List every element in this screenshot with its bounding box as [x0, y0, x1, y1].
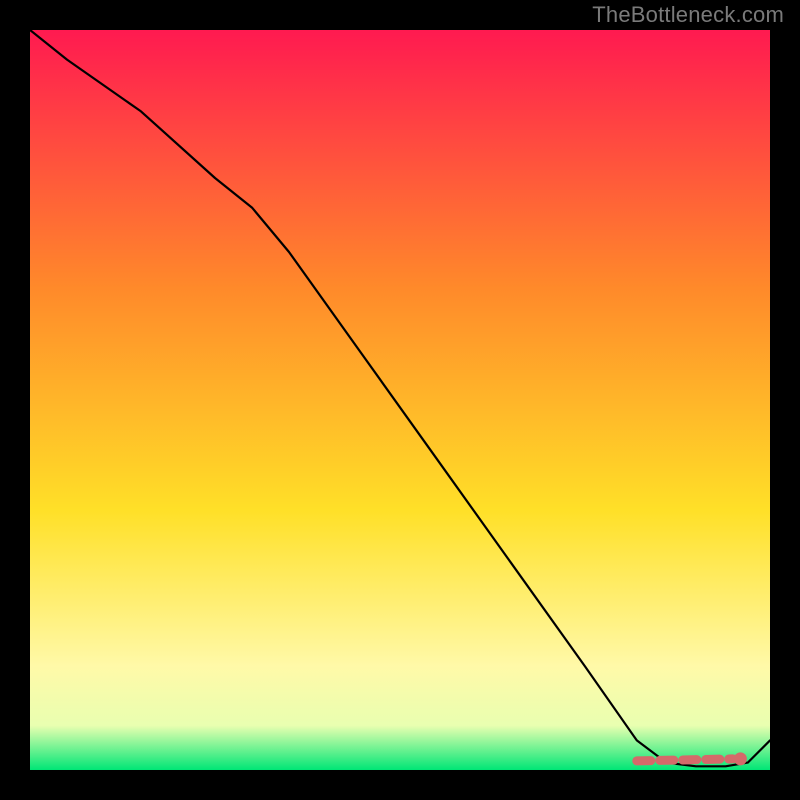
gradient-background [30, 30, 770, 770]
chart-frame: TheBottleneck.com [0, 0, 800, 800]
optimal-range-band [637, 759, 733, 761]
plot-area [30, 30, 770, 770]
optimal-point-marker [734, 752, 747, 765]
watermark-text: TheBottleneck.com [592, 2, 784, 28]
chart-svg [30, 30, 770, 770]
